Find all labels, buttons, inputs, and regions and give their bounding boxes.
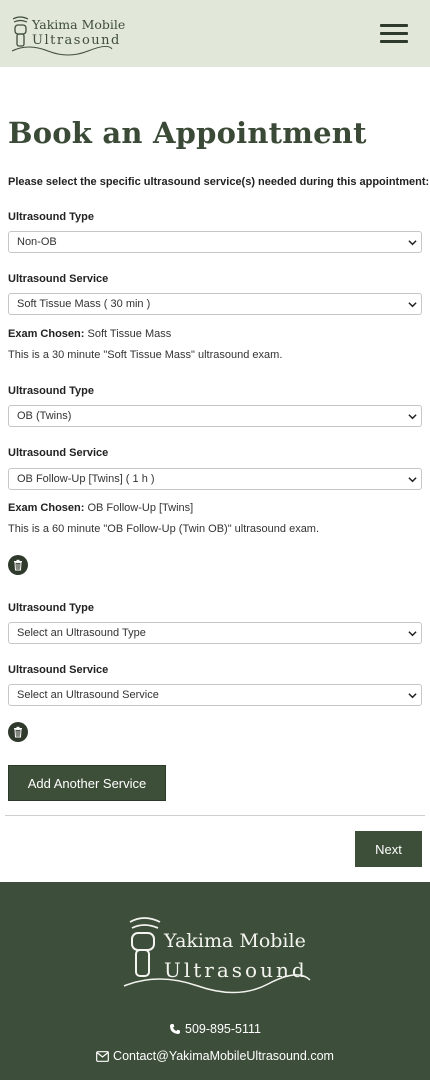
- footer-logo-text-line1: Yakima Mobile: [164, 930, 306, 952]
- ultrasound-type-value: Non-OB: [17, 236, 57, 248]
- exam-chosen-label: Exam Chosen:: [8, 328, 85, 340]
- trash-icon: [14, 726, 22, 738]
- ultrasound-type-value: Select an Ultrasound Type: [17, 627, 146, 639]
- ultrasound-service-select[interactable]: OB Follow-Up [Twins] ( 1 h ): [8, 468, 422, 490]
- ultrasound-service-select[interactable]: Soft Tissue Mass ( 30 min ): [8, 293, 422, 315]
- site-logo[interactable]: Yakima Mobile Ultrasound: [8, 13, 125, 57]
- ultrasound-service-value: OB Follow-Up [Twins] ( 1 h ): [17, 473, 155, 485]
- next-button[interactable]: Next: [355, 831, 422, 867]
- exam-chosen-label: Exam Chosen:: [8, 502, 85, 514]
- exam-chosen: Exam Chosen: OB Follow-Up [Twins]: [8, 502, 193, 514]
- divider: [5, 815, 425, 816]
- envelope-icon: [96, 1051, 109, 1062]
- exam-chosen-value: OB Follow-Up [Twins]: [87, 502, 194, 514]
- delete-service-button[interactable]: [8, 722, 28, 742]
- logo-text-line1: Yakima Mobile: [32, 17, 126, 32]
- chevron-down-icon: [408, 477, 417, 483]
- phone-number: 509-895-5111: [185, 1022, 261, 1036]
- ultrasound-type-label: Ultrasound Type: [8, 602, 94, 614]
- trash-icon: [14, 559, 22, 571]
- exam-chosen: Exam Chosen: Soft Tissue Mass: [8, 328, 171, 340]
- chevron-down-icon: [408, 240, 417, 246]
- footer-phone[interactable]: 509-895-5111: [0, 1022, 430, 1036]
- footer-logo[interactable]: Yakima Mobile Ultrasound: [118, 914, 318, 1004]
- ultrasound-service-select[interactable]: Select an Ultrasound Service: [8, 684, 422, 706]
- exam-description: This is a 60 minute "OB Follow-Up (Twin …: [8, 523, 320, 535]
- ultrasound-service-label: Ultrasound Service: [8, 447, 109, 459]
- ultrasound-type-select[interactable]: Non-OB: [8, 231, 422, 253]
- add-another-service-button[interactable]: Add Another Service: [8, 765, 166, 801]
- footer-email[interactable]: Contact@YakimaMobileUltrasound.com: [0, 1049, 430, 1063]
- ultrasound-type-label: Ultrasound Type: [8, 211, 94, 223]
- ultrasound-service-label: Ultrasound Service: [8, 273, 109, 285]
- chevron-down-icon: [408, 693, 417, 699]
- intro-text: Please select the specific ultrasound se…: [8, 176, 430, 188]
- hamburger-menu-icon[interactable]: [380, 24, 408, 44]
- ultrasound-service-value: Select an Ultrasound Service: [17, 689, 159, 701]
- site-header: Yakima Mobile Ultrasound: [0, 0, 430, 67]
- delete-service-button[interactable]: [8, 555, 28, 575]
- chevron-down-icon: [408, 631, 417, 637]
- page-title: Book an Appointment: [8, 116, 367, 150]
- footer-logo-text-line2: Ultrasound: [164, 958, 308, 982]
- ultrasound-type-label: Ultrasound Type: [8, 385, 94, 397]
- site-footer: Yakima Mobile Ultrasound 509-895-5111 Co…: [0, 882, 430, 1080]
- exam-description: This is a 30 minute "Soft Tissue Mass" u…: [8, 349, 283, 361]
- chevron-down-icon: [408, 414, 417, 420]
- exam-chosen-value: Soft Tissue Mass: [87, 328, 172, 340]
- logo-text-line2: Ultrasound: [32, 33, 121, 48]
- ultrasound-service-label: Ultrasound Service: [8, 664, 109, 676]
- email-address: Contact@YakimaMobileUltrasound.com: [113, 1049, 334, 1063]
- ultrasound-type-select[interactable]: Select an Ultrasound Type: [8, 622, 422, 644]
- chevron-down-icon: [408, 302, 417, 308]
- phone-icon: [170, 1024, 180, 1034]
- ultrasound-service-value: Soft Tissue Mass ( 30 min ): [17, 298, 151, 310]
- ultrasound-type-value: OB (Twins): [17, 410, 72, 422]
- ultrasound-type-select[interactable]: OB (Twins): [8, 405, 422, 427]
